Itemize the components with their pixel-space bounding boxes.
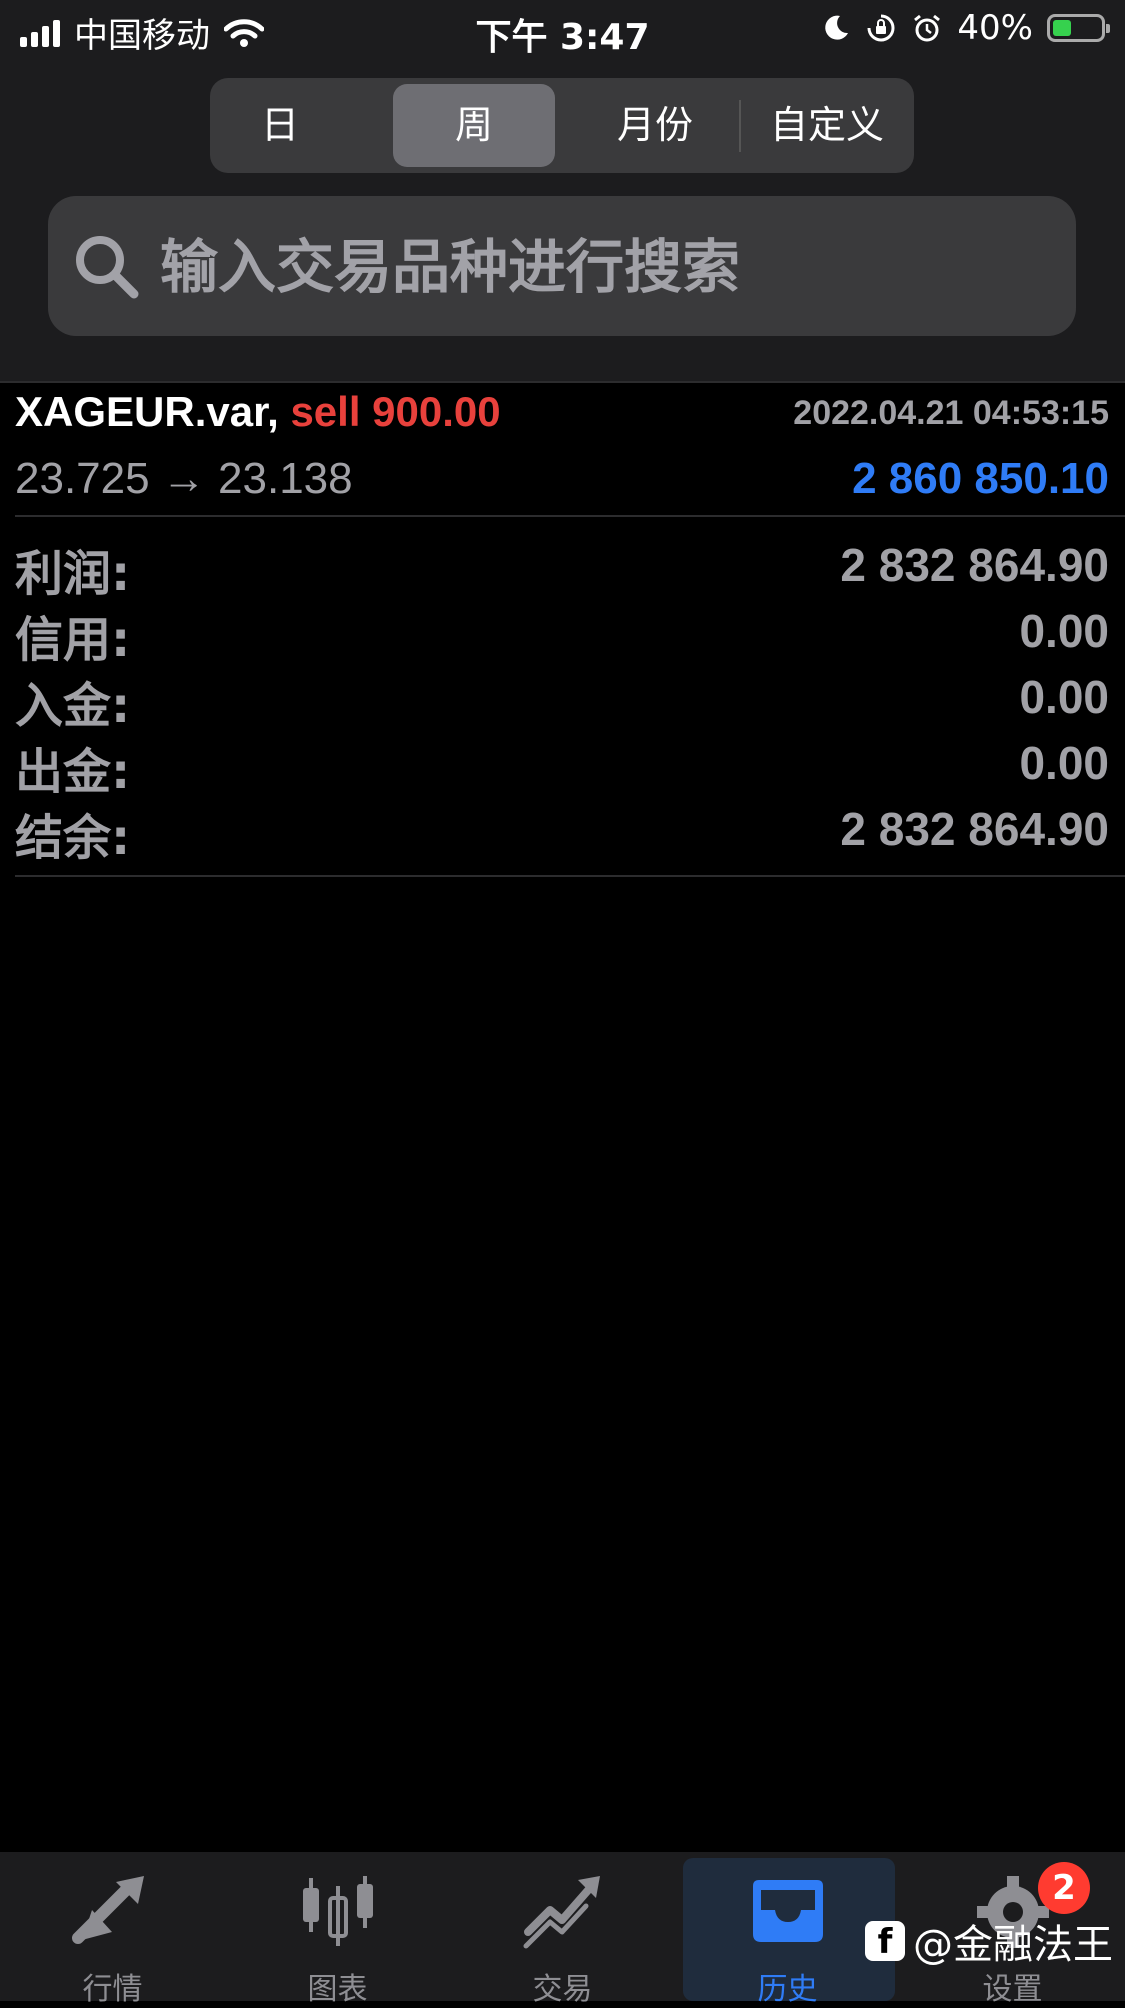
credit-label: 信用: [15, 612, 131, 668]
rotation-lock-icon [867, 14, 895, 42]
alarm-icon [914, 14, 941, 42]
divider [15, 875, 1125, 877]
trade-datetime: 2022.04.21 04:53:15 [793, 394, 1109, 432]
segment-divider [739, 100, 741, 152]
trade-trend-icon [523, 1876, 600, 1949]
balance-label: 结余: [15, 810, 131, 866]
profit-value: 2 832 864.90 [840, 539, 1109, 591]
battery-percent: 40% [957, 8, 1033, 48]
tab-custom[interactable]: 自定义 [745, 84, 909, 167]
tab-charts[interactable]: 图表 [225, 1852, 450, 2007]
trade-symbol: XAGEUR.var, [15, 388, 279, 435]
battery-icon [1047, 14, 1110, 42]
deposit-label: 入金: [15, 678, 131, 734]
profit-label: 利润: [15, 546, 131, 602]
tab-quotes-label: 行情 [82, 1972, 143, 2007]
period-segmented-control: 日 周 月份 自定义 [210, 78, 914, 173]
search-icon [76, 236, 139, 299]
tab-day[interactable]: 日 [216, 84, 344, 167]
search-bar[interactable] [48, 196, 1076, 336]
withdrawal-value: 0.00 [1019, 737, 1109, 789]
trade-row[interactable]: XAGEUR.var, sell 900.00 [15, 388, 501, 436]
tab-charts-label: 图表 [307, 1972, 368, 2007]
tab-trade[interactable]: 交易 [450, 1852, 675, 2007]
search-input[interactable] [158, 216, 1042, 318]
inbox-icon [753, 1880, 823, 1942]
credit-value: 0.00 [1019, 605, 1109, 657]
status-bar: 中国移动 下午 3:47 40% [0, 0, 1125, 60]
tab-history-label: 历史 [757, 1972, 818, 2007]
trade-side-volume: sell 900.00 [290, 388, 501, 435]
watermark: f @金融法王 [865, 1912, 1113, 1970]
trade-prices: 23.725 → 23.138 [15, 454, 353, 503]
deposit-value: 0.00 [1019, 671, 1109, 723]
withdrawal-label: 出金: [15, 744, 131, 800]
quotes-arrows-icon [72, 1876, 144, 1944]
moon-icon [825, 15, 849, 40]
divider [0, 381, 1125, 383]
settings-badge: 2 [1038, 1862, 1090, 1914]
candlestick-icon [303, 1876, 373, 1946]
watermark-text: @金融法王 [913, 1922, 1113, 1968]
trade-profit: 2 860 850.10 [852, 454, 1109, 503]
tab-month[interactable]: 月份 [575, 84, 735, 167]
tab-week[interactable]: 周 [393, 84, 555, 167]
tab-quotes[interactable]: 行情 [0, 1852, 225, 2007]
tab-settings-label: 设置 [982, 1972, 1043, 2007]
divider [15, 515, 1125, 517]
tab-trade-label: 交易 [532, 1972, 593, 2007]
battery-fill [1053, 20, 1071, 36]
status-right: 40% [821, 8, 1110, 48]
facebook-icon: f [865, 1921, 905, 1962]
balance-value: 2 832 864.90 [840, 803, 1109, 855]
